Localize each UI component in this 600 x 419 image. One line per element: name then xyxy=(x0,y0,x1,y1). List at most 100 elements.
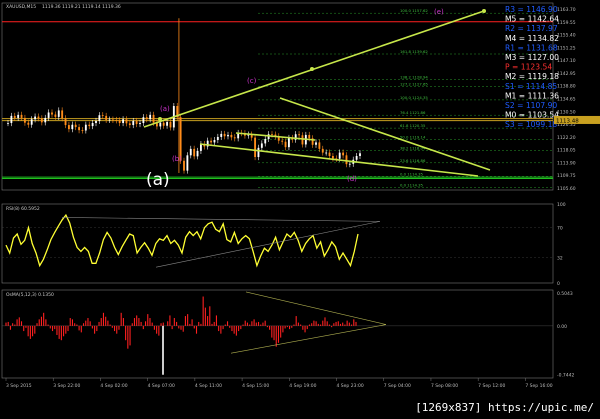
candle-body xyxy=(10,115,13,124)
candle-body xyxy=(359,153,361,156)
candle-body xyxy=(78,127,81,131)
candle-body xyxy=(111,119,114,121)
candle-body xyxy=(105,115,108,120)
candle-body xyxy=(132,120,135,126)
candle-body xyxy=(135,120,138,125)
candle-body xyxy=(213,140,216,143)
candle-body xyxy=(301,135,304,145)
candle-body xyxy=(223,133,226,137)
price-axis-tick: 1105.60 xyxy=(557,186,576,192)
price-axis-tick: 1130.50 xyxy=(557,109,576,115)
candle-body xyxy=(227,134,229,137)
candle-body xyxy=(257,147,260,158)
candle-body xyxy=(71,124,74,130)
chart-stage: 1163.70 1159.55 1155.40 1151.25 1147.10 1142.… xyxy=(0,0,600,415)
x-axis-tick-label: 4 Sep 19:00 xyxy=(289,383,316,389)
candle-body xyxy=(47,112,50,118)
rsi-axis-tick: 0 xyxy=(557,281,560,287)
candle-body xyxy=(37,116,40,119)
price-axis-tick: 1109.75 xyxy=(557,173,576,179)
price-axis-tick: 1142.95 xyxy=(557,71,576,77)
candle-body xyxy=(186,155,189,171)
fib-level-label: 50.0 1119.14 xyxy=(400,135,426,140)
price-axis-tick: 1122.20 xyxy=(557,135,576,141)
candle-body xyxy=(142,117,145,124)
pivot-level-label: R1 = 1131.68 xyxy=(505,43,558,52)
candle-body xyxy=(20,114,23,118)
candle-body xyxy=(67,125,70,130)
pivot-level-label: M1 = 1111.36 xyxy=(505,91,559,100)
wave-label: (a) xyxy=(160,105,170,113)
x-axis-tick-label: 4 Sep 23:00 xyxy=(337,383,364,389)
candle-body xyxy=(183,160,185,171)
fib-level-label: 0.0 1114.35 xyxy=(400,182,424,187)
candle-body xyxy=(298,134,301,136)
price-axis-tick: 1134.65 xyxy=(557,97,576,103)
candle-body xyxy=(271,134,273,136)
candle-body xyxy=(145,117,148,120)
price-axis-tick: 1118.05 xyxy=(557,148,576,154)
candle-body xyxy=(264,139,267,144)
candle-body xyxy=(44,117,47,123)
trend-point xyxy=(310,67,314,71)
pivot-level-label: M0 = 1103.54 xyxy=(505,111,559,120)
price-axis-tick: 1151.25 xyxy=(557,45,576,51)
price-axis-tick: 1159.55 xyxy=(557,20,576,26)
trading-chart: 1163.70 1159.55 1155.40 1151.25 1147.10 1142.… xyxy=(0,0,600,415)
candle-body xyxy=(254,137,257,158)
candle-body xyxy=(328,152,331,156)
candle-body xyxy=(233,137,236,139)
candle-body xyxy=(216,136,219,141)
pivot-level-label: M5 = 1142.64 xyxy=(505,15,559,24)
rsi-title: RSI(8) 60.5952 xyxy=(6,206,40,212)
candle-body xyxy=(13,115,16,118)
candle-body xyxy=(166,122,169,126)
candle-body xyxy=(125,119,128,124)
x-axis-tick-label: 3 Sep 22:00 xyxy=(53,383,80,389)
candle-body xyxy=(321,148,324,153)
x-axis-tick-label: 7 Sep 12:00 xyxy=(478,383,505,389)
candle-body xyxy=(108,119,111,121)
x-axis-tick-label: 4 Sep 02:00 xyxy=(100,383,127,389)
fib-level-label: 100.0 1124.35 xyxy=(400,95,428,100)
candle-body xyxy=(17,114,20,118)
wave-label-big: (a) xyxy=(146,170,170,190)
candle-body xyxy=(81,130,84,131)
candle-body xyxy=(54,114,57,117)
pivot-level-label: M4 = 1134.82 xyxy=(505,34,559,43)
candle-body xyxy=(74,124,77,128)
osma-axis-tick: -0.7442 xyxy=(557,372,575,378)
candle-body xyxy=(152,114,155,123)
candle-body xyxy=(284,141,287,148)
price-title: XAUUSD,M15 xyxy=(6,4,36,10)
pivot-level-label: R3 = 1146.90 xyxy=(505,5,558,14)
candle-body xyxy=(355,156,358,160)
candle-body xyxy=(34,116,37,120)
trend-point xyxy=(158,117,162,121)
candle-body xyxy=(342,152,345,156)
candle-body xyxy=(88,124,91,127)
pivot-level-label: S3 = 1099.18 xyxy=(505,120,557,129)
candle-body xyxy=(122,119,125,124)
fib-level-label: 127.2 1127.65 xyxy=(400,81,428,86)
rsi-axis-tick: 70 xyxy=(557,226,563,232)
pivot-level-label: R2 = 1137.97 xyxy=(505,24,558,33)
price-axis-tick: 1113.90 xyxy=(557,160,576,166)
fib-level-label: 76.4 1121.86 xyxy=(400,110,426,115)
watermark: [1269x837] https://upic.me/ xyxy=(413,401,596,414)
price-axis-tick: 1147.10 xyxy=(557,58,576,64)
candle-body xyxy=(101,115,104,116)
candle-body xyxy=(27,122,30,125)
candle-body xyxy=(7,123,9,124)
candle-body xyxy=(230,134,233,138)
candle-body xyxy=(40,118,43,123)
rsi-axis-tick: 100 xyxy=(557,202,566,208)
price-axis-tick: 1163.70 xyxy=(557,7,576,13)
wave-label: (e) xyxy=(434,8,444,16)
candle-body xyxy=(23,117,26,123)
price-axis-tick: 1155.40 xyxy=(557,33,576,39)
x-axis-tick-label: 7 Sep 16:00 xyxy=(525,383,552,389)
fib-level-label: 0.0 1114.35 xyxy=(400,171,424,176)
pivot-level-label: S1 = 1114.85 xyxy=(505,82,557,91)
candle-body xyxy=(162,122,165,126)
